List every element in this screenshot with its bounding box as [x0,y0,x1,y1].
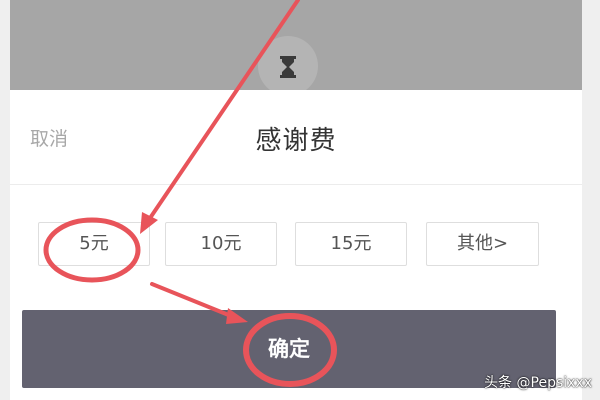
photo-frame-left [0,0,10,400]
amount-option-10[interactable]: 10元 [165,222,277,266]
amount-option-15[interactable]: 15元 [295,222,407,266]
photo-frame-right [582,0,600,400]
amount-option-other[interactable]: 其他> [426,222,539,266]
amount-option-5[interactable]: 5元 [38,222,150,266]
sheet-header: 取消 感谢费 [10,90,582,185]
confirm-button[interactable]: 确定 [22,310,556,388]
thank-fee-sheet: 取消 感谢费 5元 10元 15元 其他> 确定 [10,90,582,400]
watermark: 头条 @Pepsixxx [484,375,592,391]
app-screen: 取消 感谢费 5元 10元 15元 其他> 确定 [10,0,582,400]
hourglass-icon [280,56,296,78]
sheet-title: 感谢费 [255,126,337,156]
